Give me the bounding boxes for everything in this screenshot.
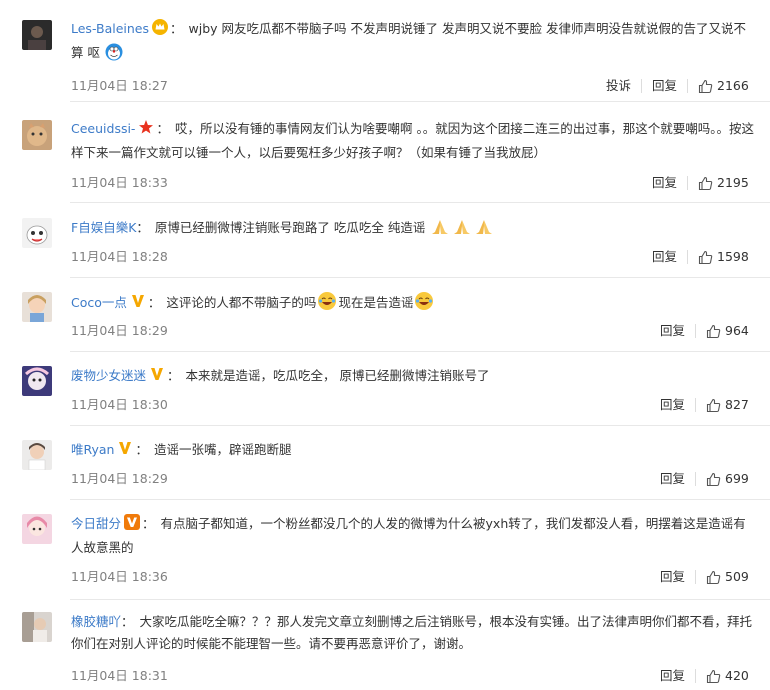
thumbs-up-icon: [698, 176, 713, 190]
thumbs-up-icon: [706, 398, 721, 412]
comment-text: 有点脑子都知道，一个粉丝都没几个的人发的微博为什么被yxh转了，我们发都没人看，…: [71, 516, 746, 555]
divider: [687, 79, 688, 93]
divider: [695, 669, 696, 683]
username[interactable]: F自娱自樂K: [71, 220, 136, 235]
username[interactable]: Les-Baleines: [71, 21, 149, 36]
comment-list: Les-Baleines： wjby 网友吃瓜都不带脑子吗 不发声明说锤了 发声明…: [0, 0, 770, 690]
report-link[interactable]: 投诉: [606, 76, 631, 96]
avatar[interactable]: [22, 292, 52, 322]
avatar[interactable]: [22, 120, 52, 150]
thumbs-up-icon: [698, 79, 713, 93]
divider: [640, 79, 642, 93]
divider: [687, 176, 688, 190]
username[interactable]: Coco一点: [71, 295, 127, 310]
like-button[interactable]: 964: [706, 321, 754, 341]
username[interactable]: 废物少女迷迷: [71, 368, 146, 383]
comment-time: 11月04日 18:29: [71, 323, 168, 338]
username[interactable]: 今日甜分: [71, 516, 121, 531]
laugh-emoji-icon: [414, 291, 434, 318]
comment-time: 11月04日 18:30: [71, 397, 168, 412]
avatar[interactable]: [22, 20, 52, 50]
pray-emoji-icon: [452, 218, 472, 243]
thumbs-up-icon: [706, 669, 721, 683]
pray-emoji-icon: [474, 218, 494, 243]
comment-item: Ceeuidssi-：哎，所以没有锤的事情网友们认为啥要嘲啊 。。就因为这个团接…: [0, 102, 770, 204]
like-button[interactable]: 1598: [698, 247, 754, 267]
like-button[interactable]: 509: [706, 567, 754, 587]
avatar[interactable]: [22, 440, 52, 470]
comment-text: 大家吃瓜能吃全嘛？？？那人发完文章立刻删博之后注销账号，根本没有实锤。出了法律声…: [71, 614, 753, 651]
like-count: 2166: [717, 78, 749, 93]
divider: [695, 472, 696, 486]
comment-item: 唯Ryan：造谣一张嘴，辟谣跑断腿 11月04日 18:29 回复 699: [0, 426, 770, 500]
verified-v-badge-icon: [149, 366, 165, 389]
like-button[interactable]: 420: [706, 666, 754, 686]
red-star-badge-icon: [138, 119, 154, 142]
doraemon-emoji-icon: [105, 43, 123, 68]
divider: [695, 570, 696, 584]
like-button[interactable]: 699: [706, 469, 754, 489]
verified-v-badge-icon: [124, 514, 141, 537]
comment-time: 11月04日 18:31: [71, 668, 168, 683]
comment-item: 橡胶糖吖： 大家吃瓜能吃全嘛？？？那人发完文章立刻删博之后注销账号，根本没有实锤。…: [0, 600, 770, 690]
comment-time: 11月04日 18:29: [71, 471, 168, 486]
laugh-emoji-icon: [317, 291, 337, 318]
reply-link[interactable]: 回复: [660, 321, 685, 341]
reply-link[interactable]: 回复: [652, 247, 677, 267]
thumbs-up-icon: [706, 570, 721, 584]
thumbs-up-icon: [706, 324, 721, 338]
comment-text-2: 现在是告造谣: [338, 295, 414, 310]
like-count: 699: [725, 471, 749, 486]
like-count: 509: [725, 569, 749, 584]
like-button[interactable]: 827: [706, 395, 754, 415]
comment-text: 这评论的人都不带脑子的吗: [166, 295, 317, 310]
comment-time: 11月04日 18:33: [71, 175, 168, 190]
row-divider: [70, 202, 770, 203]
username[interactable]: 橡胶糖吖: [71, 614, 121, 629]
avatar[interactable]: [22, 366, 52, 396]
reply-link[interactable]: 回复: [652, 173, 677, 193]
avatar[interactable]: [22, 514, 52, 544]
like-count: 420: [725, 668, 749, 683]
comment-text: 本来就是造谣，吃瓜吃全， 原博已经删微博注销账号了: [185, 368, 490, 383]
divider: [687, 250, 688, 264]
comment-item: 今日甜分：有点脑子都知道，一个粉丝都没几个的人发的微博为什么被yxh转了，我们发…: [0, 500, 770, 600]
verified-v-badge-icon: [117, 440, 133, 463]
reply-link[interactable]: 回复: [660, 666, 685, 686]
comment-text: 哎，所以没有锤的事情网友们认为啥要嘲啊 。。就因为这个团接二连三的出过事，那这个…: [71, 121, 754, 160]
like-count: 964: [725, 323, 749, 338]
reply-link[interactable]: 回复: [652, 76, 677, 96]
avatar[interactable]: [22, 612, 52, 642]
divider: [695, 398, 696, 412]
reply-link[interactable]: 回复: [660, 469, 685, 489]
pray-emoji-icon: [430, 218, 450, 243]
comment-text: 原博已经删微博注销账号跑路了 吃瓜吃全 纯造谣: [154, 220, 426, 235]
comment-item: Coco一点：这评论的人都不带脑子的吗 现在是告造谣 11月04日 18:29 回…: [0, 278, 770, 352]
comment-time: 11月04日 18:28: [71, 249, 168, 264]
verified-v-badge-icon: [130, 293, 146, 316]
like-count: 827: [725, 397, 749, 412]
like-button[interactable]: 2195: [698, 173, 754, 193]
comment-text: 造谣一张嘴，辟谣跑断腿: [154, 442, 292, 457]
thumbs-up-icon: [706, 472, 721, 486]
like-count: 2195: [717, 175, 749, 190]
like-button[interactable]: 2166: [698, 76, 754, 96]
comment-item: 废物少女迷迷：本来就是造谣，吃瓜吃全， 原博已经删微博注销账号了 11月04日 …: [0, 352, 770, 426]
comment-time: 11月04日 18:27: [71, 78, 168, 93]
username[interactable]: Ceeuidssi-: [71, 121, 135, 136]
comment-time: 11月04日 18:36: [71, 569, 168, 584]
username[interactable]: 唯Ryan: [71, 442, 114, 457]
divider: [695, 324, 696, 338]
avatar[interactable]: [22, 218, 52, 248]
thumbs-up-icon: [698, 250, 713, 264]
comment-item: F自娱自樂K： 原博已经删微博注销账号跑路了 吃瓜吃全 纯造谣 11月04日 18…: [0, 204, 770, 278]
crown-badge-icon: [152, 19, 169, 42]
like-count: 1598: [717, 249, 749, 264]
comment-item: Les-Baleines： wjby 网友吃瓜都不带脑子吗 不发声明说锤了 发声明…: [0, 0, 770, 102]
reply-link[interactable]: 回复: [660, 567, 685, 587]
reply-link[interactable]: 回复: [660, 395, 685, 415]
